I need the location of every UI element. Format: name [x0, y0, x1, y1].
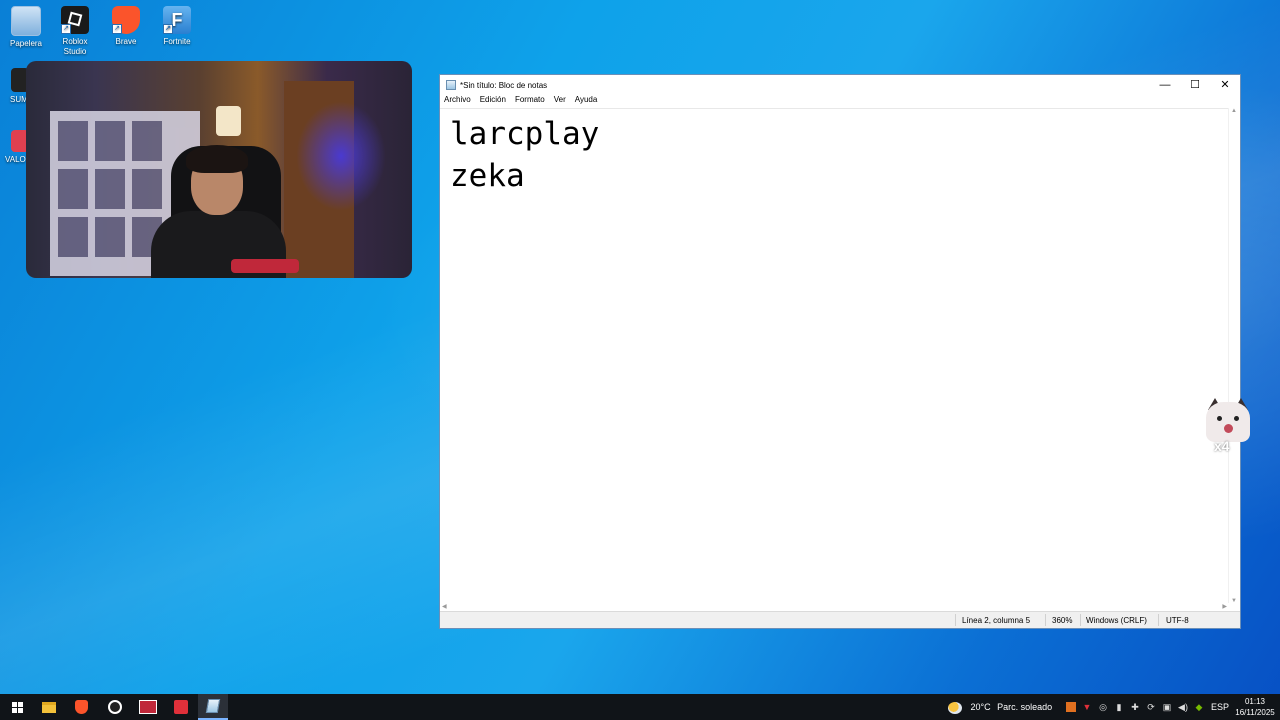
taskbar: 20°C Parc. soleado ▼ ◎ ▮ ✚ ⟳ ▣ ◀) ◆ ESP … — [0, 694, 1280, 720]
cat-face — [1206, 402, 1250, 442]
blue-light — [296, 101, 386, 211]
taskbar-voicemeeter[interactable] — [133, 694, 163, 720]
close-button[interactable]: ✕ — [1210, 75, 1240, 95]
minimize-button[interactable]: — — [1150, 75, 1180, 95]
menu-formato[interactable]: Formato — [515, 95, 545, 108]
volume-icon[interactable]: ◀) — [1178, 702, 1188, 712]
text-editor-area[interactable]: larcplay zeka — [440, 108, 1229, 605]
clock[interactable]: 01:13 16/11/2025 — [1232, 696, 1278, 718]
line-ending: Windows (CRLF) — [1086, 616, 1147, 625]
scroll-right-arrow-icon[interactable]: ▶ — [1222, 603, 1227, 610]
lamp — [216, 106, 241, 136]
weather-temp: 20°C — [970, 702, 991, 712]
shortcut-arrow-icon: ↗ — [112, 24, 122, 34]
tray-plus-icon[interactable]: ✚ — [1130, 702, 1140, 712]
text-line: larcplay — [450, 116, 600, 152]
editor-content: larcplay zeka — [450, 113, 599, 197]
cursor-position: Línea 2, columna 5 — [962, 616, 1031, 625]
window-title: *Sin título: Bloc de notas — [460, 80, 548, 90]
notepad-window: *Sin título: Bloc de notas — ☐ ✕ Archivo… — [439, 74, 1241, 629]
start-button[interactable] — [2, 694, 32, 720]
status-divider — [955, 614, 956, 626]
brave-lion-icon — [74, 700, 88, 714]
voicemeeter-icon — [139, 700, 157, 714]
scroll-down-arrow-icon[interactable]: ▼ — [1231, 598, 1237, 604]
taskbar-obs[interactable] — [100, 694, 130, 720]
windows-icon — [11, 701, 23, 713]
title-bar[interactable]: *Sin título: Bloc de notas — ☐ ✕ — [440, 75, 1240, 95]
cat-eye — [1234, 416, 1239, 421]
streamer-hair — [186, 145, 248, 173]
desktop-icon-brave[interactable]: ↗ Brave — [100, 6, 152, 47]
status-bar: Línea 2, columna 5 360% Windows (CRLF) U… — [440, 611, 1240, 628]
obs-icon — [108, 700, 122, 714]
status-divider — [1045, 614, 1046, 626]
desktop-icon-fortnite[interactable]: F ↗ Fortnite — [151, 6, 203, 47]
scroll-up-arrow-icon[interactable]: ▲ — [1231, 108, 1237, 114]
status-divider — [1158, 614, 1159, 626]
desktop-icon-label: Papelera — [9, 39, 43, 48]
desktop-icon-label: Roblox Studio — [62, 37, 88, 56]
encoding: UTF-8 — [1166, 616, 1189, 625]
webcam-overlay — [26, 61, 412, 278]
taskbar-brave[interactable] — [66, 694, 96, 720]
weather-sun-icon — [948, 701, 962, 714]
menu-archivo[interactable]: Archivo — [444, 95, 471, 108]
microphone-icon[interactable]: ▮ — [1114, 702, 1124, 712]
maximize-button[interactable]: ☐ — [1180, 75, 1210, 95]
tray-app-icon[interactable] — [1066, 702, 1076, 712]
taskbar-app-red[interactable] — [166, 694, 196, 720]
roblox-studio-icon: ↗ — [61, 6, 89, 34]
text-line: zeka — [450, 158, 525, 194]
taskbar-notepad[interactable] — [198, 694, 228, 720]
zoom-level: 360% — [1052, 616, 1073, 625]
menu-bar: Archivo Edición Formato Ver Ayuda — [440, 95, 1240, 108]
nvidia-icon[interactable]: ◆ — [1194, 702, 1204, 712]
desktop-icon-label: Brave — [115, 37, 137, 46]
microphone — [231, 259, 299, 273]
app-red-icon — [174, 700, 188, 714]
menu-edicion[interactable]: Edición — [480, 95, 506, 108]
brave-lion-icon: ↗ — [112, 6, 140, 34]
menu-ver[interactable]: Ver — [554, 95, 566, 108]
status-divider — [1080, 614, 1081, 626]
language-indicator[interactable]: ESP — [1211, 694, 1229, 720]
weather-condition: Parc. soleado — [997, 702, 1053, 712]
cat-mouth — [1224, 424, 1233, 433]
taskbar-file-explorer[interactable] — [34, 694, 64, 720]
clock-time: 01:13 — [1244, 697, 1266, 706]
tray-red-app-icon[interactable]: ▼ — [1082, 702, 1092, 712]
shortcut-arrow-icon: ↗ — [61, 24, 71, 34]
tray-obs-icon[interactable]: ◎ — [1098, 702, 1108, 712]
weather-widget[interactable]: 20°C Parc. soleado — [948, 694, 1052, 720]
tray-sync-icon[interactable]: ⟳ — [1146, 702, 1156, 712]
cat-eye — [1217, 416, 1222, 421]
clock-date: 16/11/2025 — [1235, 708, 1275, 717]
desktop-icon-roblox-studio[interactable]: ↗ Roblox Studio — [49, 6, 101, 57]
desktop-icon-label: Fortnite — [163, 37, 191, 46]
desktop-icon-recycle-bin[interactable]: Papelera — [0, 6, 52, 49]
fortnite-icon: F ↗ — [163, 6, 191, 34]
scroll-left-arrow-icon[interactable]: ◀ — [442, 603, 447, 610]
recycle-bin-icon — [11, 6, 41, 36]
menu-ayuda[interactable]: Ayuda — [575, 95, 598, 108]
folder-icon — [42, 701, 56, 713]
notepad-icon — [446, 80, 456, 90]
shortcut-arrow-icon: ↗ — [163, 24, 173, 34]
vertical-scrollbar[interactable]: ▲ ▼ — [1228, 108, 1240, 604]
notepad-icon — [205, 699, 221, 713]
cat-overlay-label: x4 — [1214, 438, 1230, 454]
tray-device-icon[interactable]: ▣ — [1162, 702, 1172, 712]
